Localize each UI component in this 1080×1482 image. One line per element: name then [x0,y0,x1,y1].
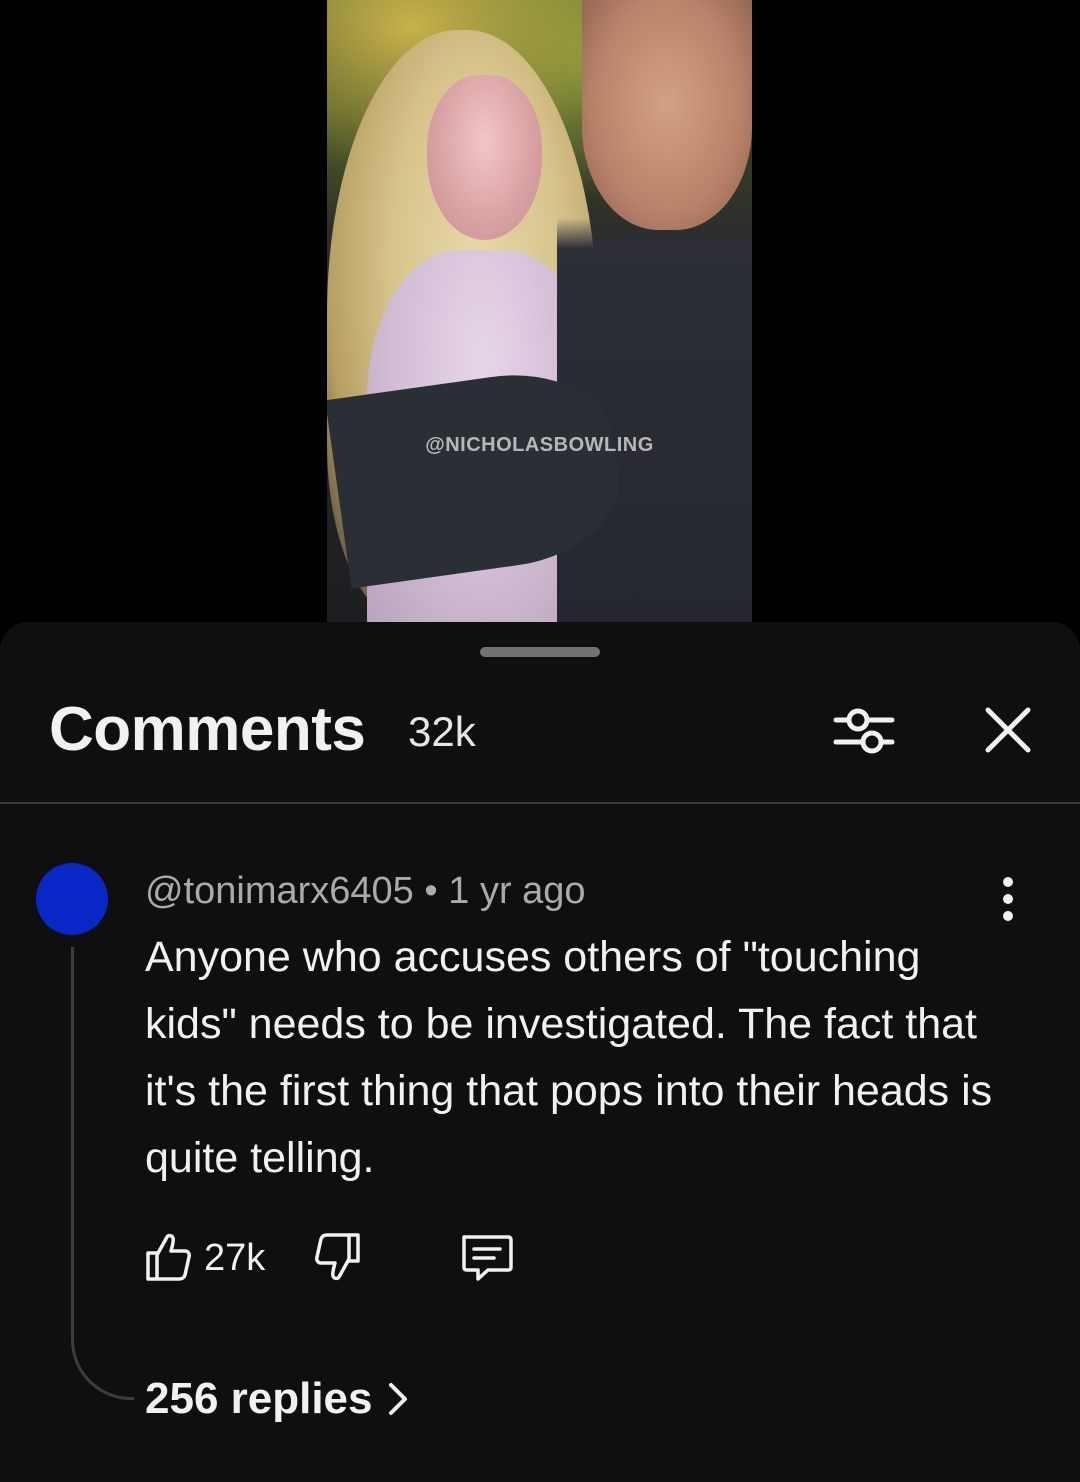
like-button[interactable]: 27k [142,1227,272,1287]
sort-filter-button[interactable] [832,698,896,762]
thumbs-up-icon [146,1233,191,1281]
more-vertical-icon [1003,877,1013,921]
header-divider [0,802,1080,804]
meta-separator: • [413,870,449,912]
person-left-face [427,75,542,240]
video-player[interactable]: @NICHOLASBOWLING [0,0,1080,625]
chevron-right-icon [388,1383,407,1415]
comments-sheet: Comments 32k @tonimarx6405 • 1 yr ago An… [0,622,1080,1482]
comment-reply-icon [462,1235,513,1281]
dislike-button[interactable] [312,1227,368,1287]
close-button[interactable] [980,702,1036,758]
close-icon [985,707,1031,753]
comment-text: Anyone who accuses others of "touching k… [145,933,993,1182]
comment-author[interactable]: @tonimarx6405 [145,870,414,912]
like-count: 27k [204,1237,266,1279]
comment-meta: @tonimarx6405 • 1 yr ago [145,870,586,913]
comment-more-button[interactable] [988,874,1028,924]
sliders-icon [833,708,895,754]
replies-label: 256 replies [145,1374,373,1423]
person-right-head [582,0,752,230]
thread-line [71,947,134,1400]
video-frame: @NICHOLASBOWLING [327,0,752,622]
comments-count: 32k [408,708,476,755]
avatar[interactable] [36,863,108,935]
video-watermark: @NICHOLASBOWLING [425,434,654,456]
reply-button[interactable] [458,1229,514,1285]
comment-time: 1 yr ago [448,870,586,912]
view-replies-link[interactable]: 256 replies [145,1374,409,1424]
comments-title: Comments [49,695,366,764]
thumbs-down-icon [315,1233,360,1281]
comments-header: Comments 32k [0,682,1080,782]
drag-handle[interactable] [480,647,600,657]
